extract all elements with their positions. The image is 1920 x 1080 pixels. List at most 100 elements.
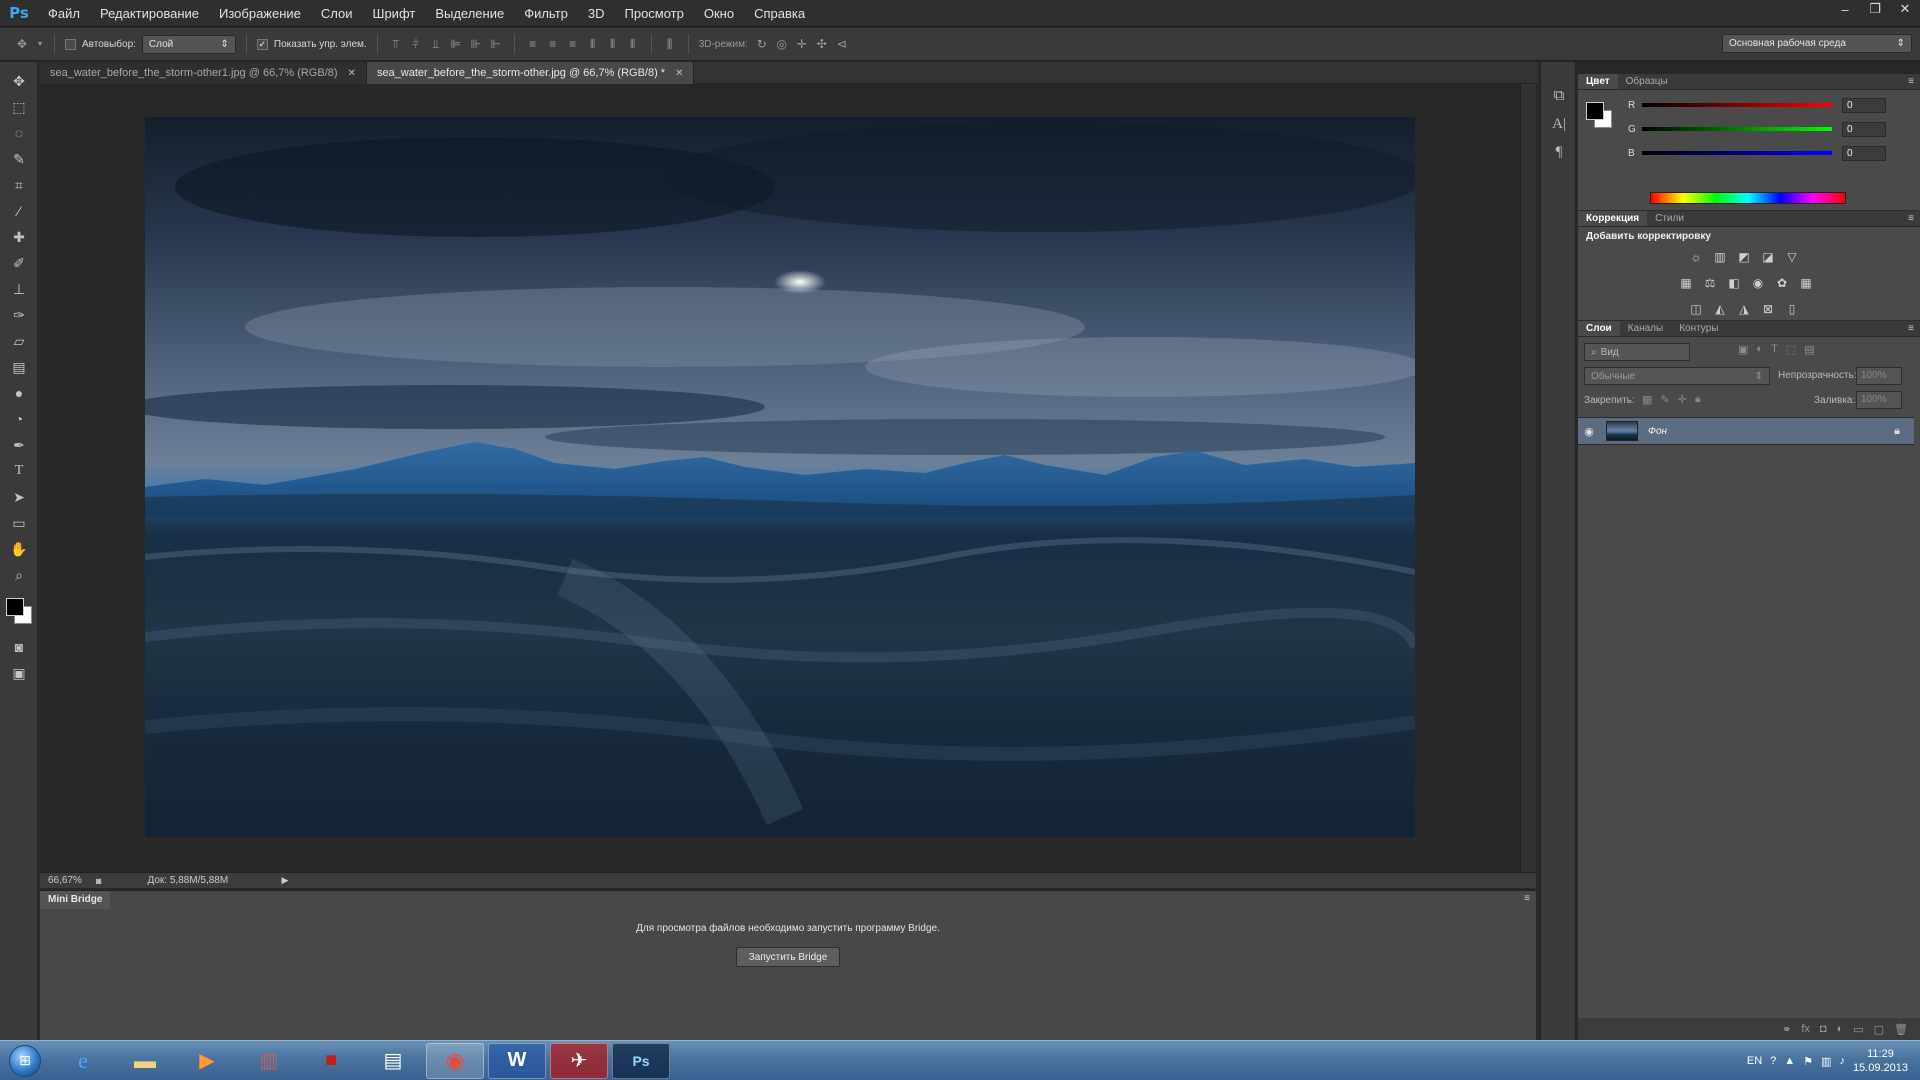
clock[interactable]: 11:29 15.09.2013 <box>1853 1047 1908 1075</box>
opacity-field[interactable]: 100% <box>1856 367 1902 385</box>
play-arrow-icon[interactable]: ▶ <box>281 875 288 886</box>
document-tab-active[interactable]: sea_water_before_the_storm-other.jpg @ 6… <box>366 62 695 84</box>
chrome-icon[interactable]: ◉ <box>426 1042 484 1079</box>
healing-brush-tool-icon[interactable]: ✚ <box>0 224 38 250</box>
launch-bridge-button[interactable]: Запустить Bridge <box>736 947 840 967</box>
menu-file[interactable]: Файл <box>38 0 90 27</box>
minimize-icon[interactable]: – <box>1830 0 1860 18</box>
gradient-map-icon[interactable]: ▯ <box>1784 301 1800 317</box>
exposure-icon[interactable]: ◪ <box>1760 249 1776 265</box>
volume-icon[interactable]: ♪ <box>1839 1055 1845 1067</box>
distribute-vcenter-icon[interactable]: ≡ <box>545 36 561 52</box>
panel-menu-icon[interactable]: ≡ <box>1908 74 1920 89</box>
tab-channels[interactable]: Каналы <box>1620 321 1672 336</box>
menu-window[interactable]: Окно <box>694 0 744 27</box>
red-value[interactable]: 0 <box>1842 97 1886 113</box>
align-top-icon[interactable]: ⫪ <box>388 36 404 52</box>
fill-field[interactable]: 100% <box>1856 391 1902 409</box>
document-tab[interactable]: sea_water_before_the_storm-other1.jpg @ … <box>40 62 367 84</box>
history-brush-tool-icon[interactable]: ✑ <box>0 302 38 328</box>
add-mask-icon[interactable]: ◘ <box>1820 1023 1827 1035</box>
lock-position-icon[interactable]: ✛ <box>1678 393 1687 406</box>
history-panel-icon[interactable]: ⧉ <box>1541 82 1577 110</box>
crop-tool-icon[interactable]: ⌗ <box>0 172 38 198</box>
menu-select[interactable]: Выделение <box>425 0 514 27</box>
network-icon[interactable]: ▥ <box>1821 1055 1831 1068</box>
filter-pixel-icon[interactable]: ▣ <box>1738 343 1748 356</box>
vibrance-icon[interactable]: ▽ <box>1784 249 1800 265</box>
screen-mode-icon[interactable]: ▣ <box>0 660 38 686</box>
invert-icon[interactable]: ◫ <box>1688 301 1704 317</box>
tab-styles[interactable]: Стили <box>1647 211 1692 226</box>
shape-tool-icon[interactable]: ▭ <box>0 510 38 536</box>
eyedropper-tool-icon[interactable]: ⁄ <box>0 198 38 224</box>
pan-3d-icon[interactable]: ✛ <box>794 36 810 52</box>
align-right-icon[interactable]: ⊩ <box>488 36 504 52</box>
vertical-scrollbar[interactable] <box>1520 84 1536 872</box>
blue-value[interactable]: 0 <box>1842 145 1886 161</box>
marquee-tool-icon[interactable]: ⬚ <box>0 94 38 120</box>
zoom-tool-icon[interactable]: ⌕ <box>0 562 38 588</box>
pen-tool-icon[interactable]: ✒ <box>0 432 38 458</box>
levels-icon[interactable]: ▥ <box>1712 249 1728 265</box>
media-player-icon[interactable]: ▶ <box>178 1043 236 1079</box>
lock-transparent-icon[interactable]: ▦ <box>1642 393 1652 406</box>
tab-color[interactable]: Цвет <box>1578 74 1618 89</box>
layer-filter-select[interactable]: ⌕ Вид <box>1584 343 1690 361</box>
menu-image[interactable]: Изображение <box>209 0 311 27</box>
dota-icon[interactable]: ■ <box>302 1043 360 1079</box>
type-tool-icon[interactable]: T <box>0 458 38 484</box>
roll-3d-icon[interactable]: ◎ <box>774 36 790 52</box>
selective-color-icon[interactable]: ⊠ <box>1760 301 1776 317</box>
workspace-select[interactable]: Основная рабочая среда ⇕ <box>1722 34 1912 53</box>
autoselect-checkbox[interactable] <box>65 38 76 50</box>
filter-shape-icon[interactable]: ⬚ <box>1786 343 1796 356</box>
flag-icon[interactable]: ⚑ <box>1803 1055 1813 1068</box>
close-icon[interactable]: ✕ <box>675 68 683 79</box>
panel-menu-icon[interactable]: ≡ <box>1908 321 1920 336</box>
foreground-swatch[interactable] <box>1586 102 1604 120</box>
distribute-hcenter-icon[interactable]: ⦀ <box>605 36 621 52</box>
green-value[interactable]: 0 <box>1842 121 1886 137</box>
eye-icon[interactable]: ◉ <box>1578 425 1600 438</box>
tray-arrow-icon[interactable]: ▲ <box>1784 1055 1795 1067</box>
mini-bridge-tab[interactable]: Mini Bridge <box>40 891 111 909</box>
auto-align-icon[interactable]: ⫼ <box>662 36 678 52</box>
black-white-icon[interactable]: ◧ <box>1726 275 1742 291</box>
dodge-tool-icon[interactable]: ◔ <box>0 406 38 432</box>
align-left-icon[interactable]: ⊫ <box>448 36 464 52</box>
character-panel-icon[interactable]: A| <box>1541 110 1577 138</box>
help-icon[interactable]: ? <box>1770 1055 1776 1067</box>
lasso-tool-icon[interactable]: ◌ <box>0 120 38 146</box>
canvas-area[interactable] <box>40 84 1536 872</box>
path-select-tool-icon[interactable]: ➤ <box>0 484 38 510</box>
quick-mask-icon[interactable]: ◙ <box>0 634 38 660</box>
move-tool-icon[interactable]: ✥ <box>0 68 38 94</box>
close-icon[interactable]: ✕ <box>348 68 356 79</box>
foreground-color[interactable] <box>6 598 24 616</box>
internet-explorer-icon[interactable]: e <box>54 1043 112 1079</box>
menu-3d[interactable]: 3D <box>578 0 615 27</box>
rotate-3d-icon[interactable]: ↻ <box>754 36 770 52</box>
menu-help[interactable]: Справка <box>744 0 815 27</box>
blue-slider[interactable] <box>1642 151 1832 155</box>
close-icon[interactable]: ✕ <box>1890 0 1920 18</box>
filter-smart-object-icon[interactable]: ▤ <box>1804 343 1814 356</box>
new-layer-icon[interactable]: ▢ <box>1874 1023 1884 1036</box>
color-balance-icon[interactable]: ⚖ <box>1702 275 1718 291</box>
autoselect-select[interactable]: Слой ⇕ <box>141 34 236 54</box>
link-layers-icon[interactable]: ⚭ <box>1782 1023 1791 1036</box>
align-bottom-icon[interactable]: ⫫ <box>428 36 444 52</box>
red-slider[interactable] <box>1642 103 1832 107</box>
scale-3d-icon[interactable]: ⊲ <box>834 36 850 52</box>
layer-name[interactable]: Фон <box>1648 426 1667 437</box>
clone-stamp-tool-icon[interactable]: ⊥ <box>0 276 38 302</box>
color-spectrum[interactable] <box>1650 192 1846 204</box>
zoom-level[interactable]: 66,67% <box>40 875 96 886</box>
posterize-icon[interactable]: ◭ <box>1712 301 1728 317</box>
menu-edit[interactable]: Редактирование <box>90 0 209 27</box>
photoshop-taskbar-icon[interactable]: Ps <box>612 1042 670 1079</box>
folder-icon[interactable]: ▬ <box>116 1043 174 1079</box>
trash-icon[interactable]: 🗑︎ <box>1894 1023 1908 1036</box>
menu-layers[interactable]: Слои <box>311 0 363 27</box>
